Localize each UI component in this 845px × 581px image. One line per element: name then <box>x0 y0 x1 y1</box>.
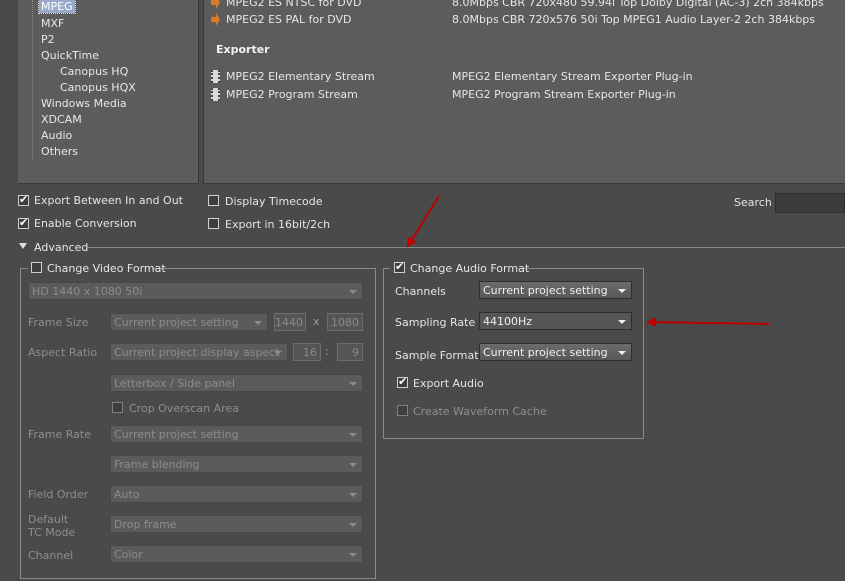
annotation-arrow-down <box>406 195 440 248</box>
annotation-overlay <box>406 195 770 328</box>
annotation-arrow-left <box>646 317 770 328</box>
